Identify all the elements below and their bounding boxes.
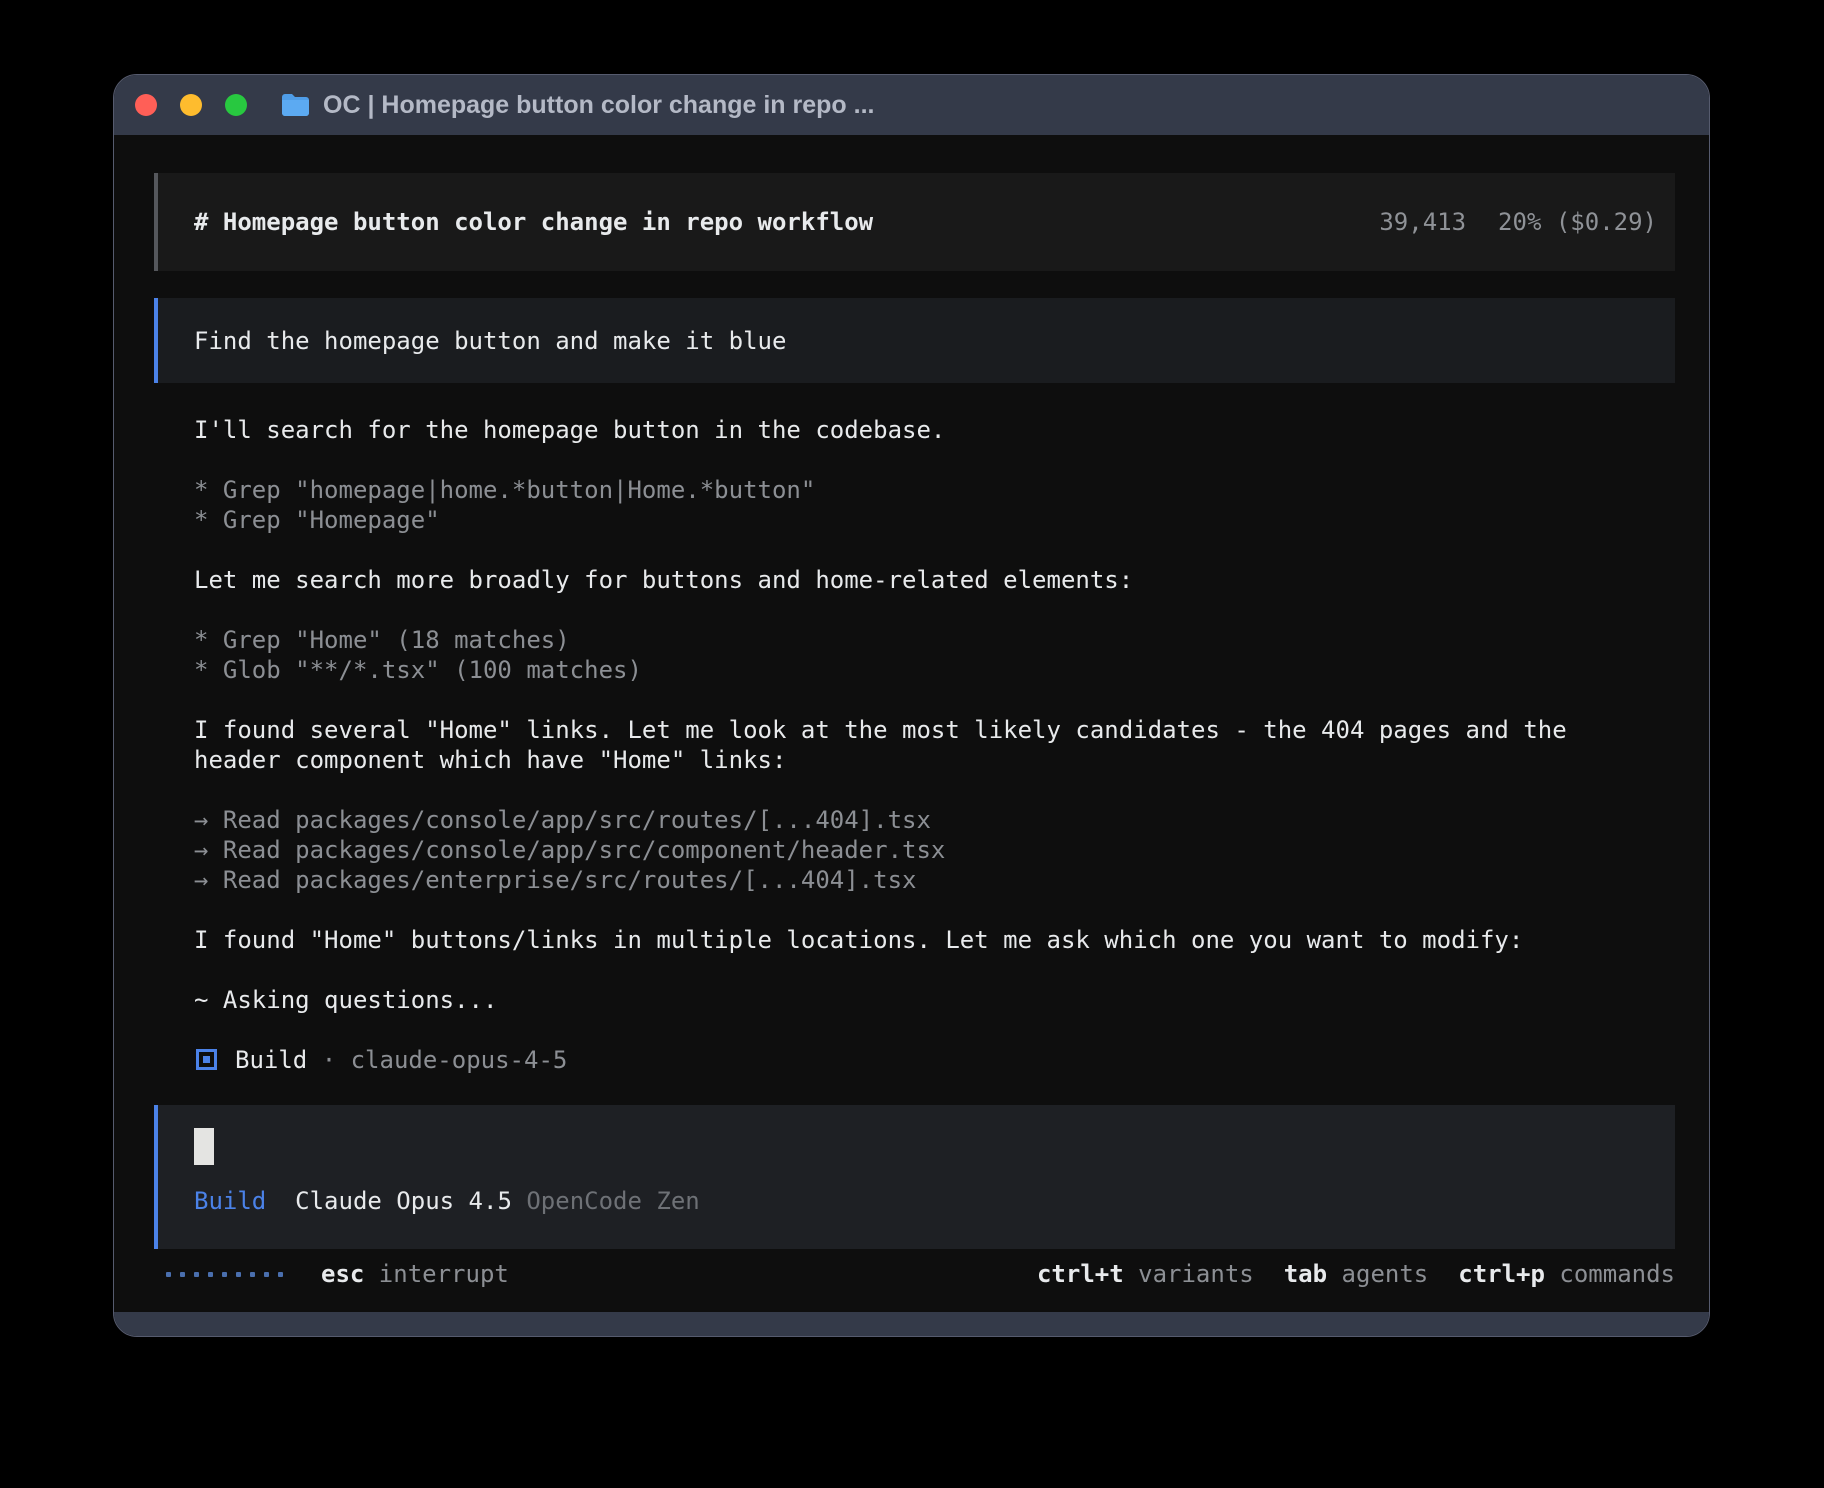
spinner-dot — [194, 1272, 199, 1277]
shortcut-label: commands — [1545, 1260, 1675, 1288]
transcript-line: Let me search more broadly for buttons a… — [194, 565, 1675, 595]
transcript-group: → Read packages/console/app/src/routes/[… — [194, 805, 1675, 895]
transcript-group: * Grep "homepage|home.*button|Home.*butt… — [194, 475, 1675, 535]
minimize-button[interactable] — [180, 94, 202, 116]
shortcut-key: ctrl+p — [1458, 1260, 1545, 1288]
transcript-segment: I'll search for the homepage button in t… — [194, 416, 945, 444]
transcript-segment: * Grep "Home" (18 matches) — [194, 626, 570, 654]
shortcut-hint[interactable]: ctrl+p commands — [1458, 1260, 1675, 1288]
session-header: # Homepage button color change in repo w… — [154, 173, 1675, 271]
transcript-segment: * Glob "**/*.tsx" (100 matches) — [194, 656, 642, 684]
shortcut-key: ctrl+t — [1037, 1260, 1124, 1288]
agent-mode-label[interactable]: Build — [194, 1187, 266, 1215]
shortcut-hint[interactable]: tab agents — [1284, 1260, 1429, 1288]
spinner-dot — [180, 1272, 185, 1277]
transcript-segment: → Read packages/console/app/src/routes/[… — [194, 806, 931, 834]
transcript-segment: * Grep "homepage|home.*button|Home.*butt… — [194, 476, 815, 504]
transcript-line: → Read packages/console/app/src/routes/[… — [194, 805, 1675, 835]
transcript-segment: · claude-opus-4-5 — [307, 1046, 567, 1074]
spinner-dot — [250, 1272, 255, 1277]
close-button[interactable] — [135, 94, 157, 116]
window-title: OC | Homepage button color change in rep… — [323, 91, 874, 120]
transcript-segment: * Grep "Homepage" — [194, 506, 440, 534]
transcript-segment: → Read packages/console/app/src/componen… — [194, 836, 945, 864]
transcript-segment: header component which have "Home" links… — [194, 746, 786, 774]
transcript-group: Build · claude-opus-4-5 — [194, 1045, 1675, 1075]
user-message: Find the homepage button and make it blu… — [154, 298, 1675, 383]
transcript-segment: I found several "Home" links. Let me loo… — [194, 716, 1567, 744]
transcript-line: ~ Asking questions... — [194, 985, 1675, 1015]
text-cursor — [194, 1128, 214, 1165]
statusbar: esc interrupt ctrl+t variantstab agentsc… — [154, 1259, 1675, 1289]
window-bottom-strip — [114, 1312, 1709, 1336]
transcript-line: * Grep "Homepage" — [194, 505, 1675, 535]
transcript-line: I found "Home" buttons/links in multiple… — [194, 925, 1675, 955]
transcript-group: * Grep "Home" (18 matches)* Glob "**/*.t… — [194, 625, 1675, 685]
esc-key-hint[interactable]: esc — [321, 1260, 364, 1288]
maximize-button[interactable] — [225, 94, 247, 116]
interrupt-label: interrupt — [364, 1260, 509, 1288]
transcript-segment: I found "Home" buttons/links in multiple… — [194, 926, 1523, 954]
transcript-line: header component which have "Home" links… — [194, 745, 1675, 775]
transcript-group: I found "Home" buttons/links in multiple… — [194, 925, 1675, 955]
transcript: I'll search for the homepage button in t… — [154, 415, 1675, 1105]
input-footer: Build Claude Opus 4.5 OpenCode Zen — [194, 1187, 1675, 1215]
session-stats: 39,413 20% ($0.29) — [1379, 208, 1657, 236]
model-name[interactable]: Claude Opus 4.5 — [295, 1187, 512, 1215]
transcript-group: I'll search for the homepage button in t… — [194, 415, 1675, 445]
transcript-group: Let me search more broadly for buttons a… — [194, 565, 1675, 595]
spinner-dot — [208, 1272, 213, 1277]
shortcut-label: variants — [1124, 1260, 1254, 1288]
transcript-line: * Glob "**/*.tsx" (100 matches) — [194, 655, 1675, 685]
context-cost: 20% ($0.29) — [1498, 208, 1657, 236]
transcript-line: I'll search for the homepage button in t… — [194, 415, 1675, 445]
spinner-dot — [264, 1272, 269, 1277]
transcript-group: ~ Asking questions... — [194, 985, 1675, 1015]
provider-name: OpenCode Zen — [526, 1187, 699, 1215]
session-title: # Homepage button color change in repo w… — [194, 208, 873, 236]
folder-icon — [280, 92, 310, 118]
token-count: 39,413 — [1379, 208, 1466, 236]
shortcut-hints: ctrl+t variants tab agents ctrl+p commands — [1037, 1260, 1675, 1288]
spinner-dot — [236, 1272, 241, 1277]
spinner-dots — [166, 1272, 283, 1277]
titlebar: OC | Homepage button color change in rep… — [114, 75, 1709, 135]
shortcut-label: agents — [1327, 1260, 1428, 1288]
transcript-line: I found several "Home" links. Let me loo… — [194, 715, 1675, 745]
shortcut-key: tab — [1284, 1260, 1327, 1288]
spinner-dot — [166, 1272, 171, 1277]
terminal-window: OC | Homepage button color change in rep… — [113, 74, 1710, 1337]
shortcut-hint[interactable]: ctrl+t variants — [1037, 1260, 1254, 1288]
transcript-group: I found several "Home" links. Let me loo… — [194, 715, 1675, 775]
transcript-segment: Build — [235, 1046, 307, 1074]
transcript-line: * Grep "homepage|home.*button|Home.*butt… — [194, 475, 1675, 505]
spinner-dot — [278, 1272, 283, 1277]
transcript-line: → Read packages/console/app/src/componen… — [194, 835, 1675, 865]
terminal-content: # Homepage button color change in repo w… — [114, 135, 1709, 1312]
transcript-line: * Grep "Home" (18 matches) — [194, 625, 1675, 655]
user-message-text: Find the homepage button and make it blu… — [194, 327, 786, 355]
transcript-segment: ~ Asking questions... — [194, 986, 497, 1014]
build-agent-icon — [196, 1049, 217, 1070]
transcript-line: Build · claude-opus-4-5 — [194, 1045, 1675, 1075]
traffic-lights — [135, 94, 247, 116]
prompt-input[interactable]: Build Claude Opus 4.5 OpenCode Zen — [154, 1105, 1675, 1249]
transcript-segment: Let me search more broadly for buttons a… — [194, 566, 1133, 594]
transcript-line: → Read packages/enterprise/src/routes/[.… — [194, 865, 1675, 895]
transcript-segment: → Read packages/enterprise/src/routes/[.… — [194, 866, 916, 894]
spinner-dot — [222, 1272, 227, 1277]
